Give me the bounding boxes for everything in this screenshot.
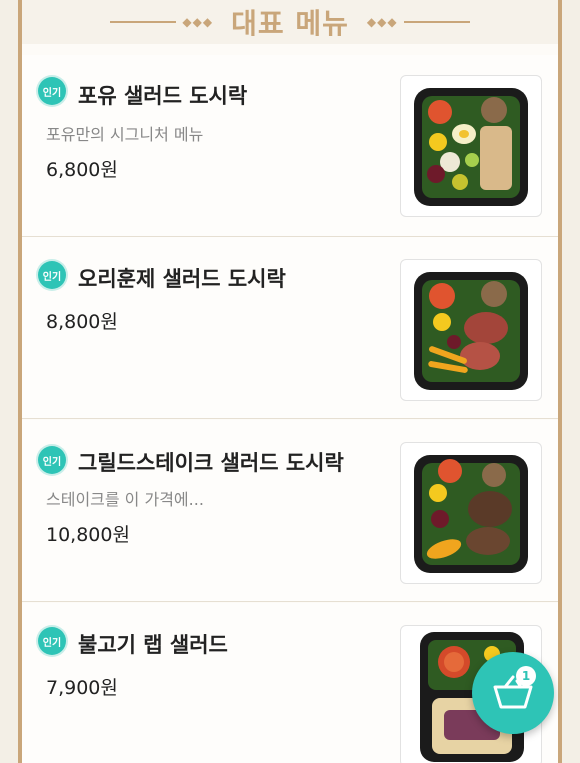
salad-box-image bbox=[414, 272, 528, 390]
salad-box-image bbox=[414, 88, 528, 206]
menu-item-name: 그릴드스테이크 샐러드 도시락 bbox=[78, 451, 344, 475]
menu-item-price: 6,800원 bbox=[46, 159, 118, 181]
cart-count-badge: 1 bbox=[516, 666, 536, 686]
menu-item-price: 8,800원 bbox=[46, 311, 118, 333]
menu-item-name: 오리훈제 샐러드 도시락 bbox=[78, 267, 286, 291]
cart-button[interactable] bbox=[472, 652, 554, 734]
popular-badge: 인기 bbox=[38, 627, 66, 655]
menu-item-name: 불고기 랩 샐러드 bbox=[78, 633, 228, 657]
popular-badge: 인기 bbox=[38, 261, 66, 289]
menu-item-description: 스테이크를 이 가격에... bbox=[46, 490, 204, 509]
menu-item-forU-salad[interactable]: 인기 포유 샐러드 도시락 포유만의 시그니처 메뉴 6,800원 bbox=[22, 55, 558, 237]
menu-item-smoked-duck-salad[interactable]: 인기 오리훈제 샐러드 도시락 8,800원 bbox=[22, 237, 558, 419]
menu-item-photo bbox=[400, 259, 542, 401]
menu-item-photo bbox=[400, 442, 542, 584]
menu-item-photo bbox=[400, 75, 542, 217]
popular-badge: 인기 bbox=[38, 446, 66, 474]
section-title: 대표 메뉴 bbox=[231, 7, 349, 40]
popular-badge: 인기 bbox=[38, 77, 66, 105]
header-decoration-left: ◆◆◆ bbox=[110, 15, 219, 29]
salad-box-image bbox=[414, 455, 528, 573]
menu-item-name: 포유 샐러드 도시락 bbox=[78, 84, 248, 108]
menu-item-grilled-steak-salad[interactable]: 인기 그릴드스테이크 샐러드 도시락 스테이크를 이 가격에... 10,800… bbox=[22, 420, 558, 602]
menu-frame: ◆◆◆ 대표 메뉴 ◆◆◆ 인기 포유 샐러드 도시락 포유만의 시그니처 메뉴… bbox=[18, 0, 562, 763]
menu-item-description: 포유만의 시그니처 메뉴 bbox=[46, 125, 204, 144]
section-header: ◆◆◆ 대표 메뉴 ◆◆◆ bbox=[22, 0, 558, 44]
menu-item-price: 7,900원 bbox=[46, 677, 118, 699]
header-decoration-right: ◆◆◆ bbox=[361, 15, 470, 29]
menu-item-price: 10,800원 bbox=[46, 524, 130, 546]
